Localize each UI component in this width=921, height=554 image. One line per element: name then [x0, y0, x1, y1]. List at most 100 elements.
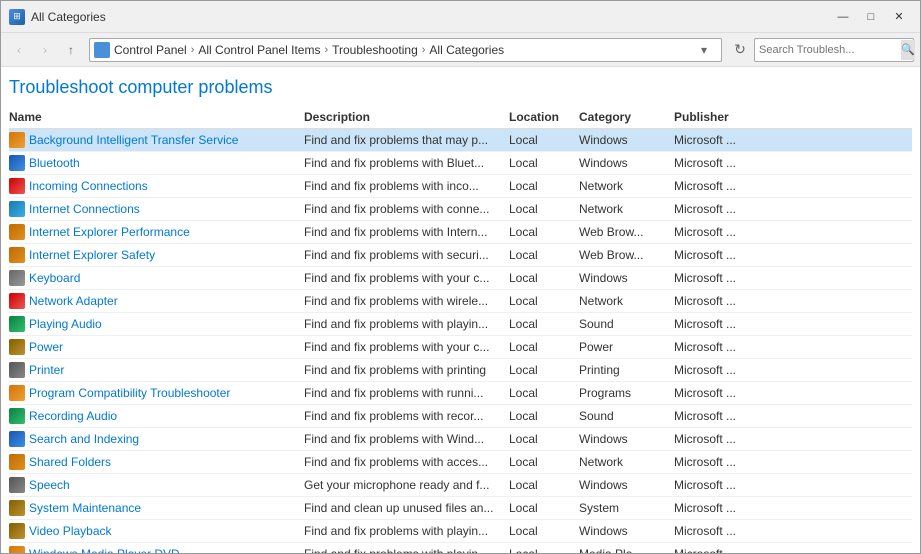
row-icon	[9, 132, 25, 148]
row-pub: Microsoft ...	[674, 133, 912, 147]
table-row[interactable]: Network Adapter Find and fix problems wi…	[9, 290, 912, 313]
row-name-cell: Search and Indexing	[9, 431, 304, 447]
address-part-1: Control Panel	[114, 43, 187, 57]
row-loc: Local	[509, 478, 579, 492]
table-row[interactable]: System Maintenance Find and clean up unu…	[9, 497, 912, 520]
row-icon	[9, 201, 25, 217]
row-cat: Power	[579, 340, 674, 354]
col-name: Name	[9, 110, 304, 124]
row-pub: Microsoft ...	[674, 501, 912, 515]
row-cat: Network	[579, 294, 674, 308]
row-loc: Local	[509, 202, 579, 216]
row-icon	[9, 523, 25, 539]
row-desc: Find and fix problems with conne...	[304, 202, 509, 216]
row-loc: Local	[509, 432, 579, 446]
row-pub: Microsoft ...	[674, 524, 912, 538]
row-name-cell: System Maintenance	[9, 500, 304, 516]
row-icon	[9, 454, 25, 470]
row-desc: Find and fix problems with runni...	[304, 386, 509, 400]
table-row[interactable]: Bluetooth Find and fix problems with Blu…	[9, 152, 912, 175]
row-icon	[9, 316, 25, 332]
row-cat: System	[579, 501, 674, 515]
table-row[interactable]: Printer Find and fix problems with print…	[9, 359, 912, 382]
table-row[interactable]: Keyboard Find and fix problems with your…	[9, 267, 912, 290]
row-icon	[9, 500, 25, 516]
minimize-button[interactable]: —	[830, 7, 856, 27]
row-cat: Network	[579, 179, 674, 193]
row-pub: Microsoft ...	[674, 478, 912, 492]
table-row[interactable]: Windows Media Player DVD Find and fix pr…	[9, 543, 912, 553]
row-name-cell: Speech	[9, 477, 304, 493]
table-row[interactable]: Program Compatibility Troubleshooter Fin…	[9, 382, 912, 405]
row-cat: Sound	[579, 317, 674, 331]
maximize-button[interactable]: □	[858, 7, 884, 27]
row-name-cell: Printer	[9, 362, 304, 378]
row-cat: Windows	[579, 271, 674, 285]
row-icon	[9, 293, 25, 309]
forward-button[interactable]: ›	[33, 38, 57, 62]
row-cat: Windows	[579, 524, 674, 538]
row-desc: Find and fix problems with printing	[304, 363, 509, 377]
row-pub: Microsoft ...	[674, 363, 912, 377]
row-desc: Find and fix problems with securi...	[304, 248, 509, 262]
address-icon	[94, 42, 110, 58]
col-pub: Publisher	[674, 110, 912, 124]
nav-bar: ‹ › ↑ Control Panel › All Control Panel …	[1, 33, 920, 67]
back-button[interactable]: ‹	[7, 38, 31, 62]
row-cat: Printing	[579, 363, 674, 377]
table-row[interactable]: Video Playback Find and fix problems wit…	[9, 520, 912, 543]
table-row[interactable]: Recording Audio Find and fix problems wi…	[9, 405, 912, 428]
search-bar[interactable]: 🔍	[754, 38, 914, 62]
table-row[interactable]: Internet Explorer Performance Find and f…	[9, 221, 912, 244]
page-title: Troubleshoot computer problems	[9, 67, 912, 106]
row-icon	[9, 339, 25, 355]
row-desc: Get your microphone ready and f...	[304, 478, 509, 492]
table-row[interactable]: Playing Audio Find and fix problems with…	[9, 313, 912, 336]
row-name-cell: Shared Folders	[9, 454, 304, 470]
row-pub: Microsoft ...	[674, 409, 912, 423]
row-loc: Local	[509, 409, 579, 423]
table-row[interactable]: Search and Indexing Find and fix problem…	[9, 428, 912, 451]
search-input[interactable]	[759, 44, 901, 56]
address-part-4: All Categories	[429, 43, 504, 57]
row-pub: Microsoft ...	[674, 294, 912, 308]
row-loc: Local	[509, 294, 579, 308]
row-loc: Local	[509, 271, 579, 285]
title-bar: ⊞ All Categories — □ ✕	[1, 1, 920, 33]
refresh-button[interactable]: ↻	[728, 38, 752, 62]
row-pub: Microsoft ...	[674, 455, 912, 469]
content-area: Troubleshoot computer problems Name Desc…	[1, 67, 920, 553]
row-desc: Find and fix problems with wirele...	[304, 294, 509, 308]
window-controls: — □ ✕	[830, 7, 912, 27]
row-desc: Find and fix problems with Bluet...	[304, 156, 509, 170]
row-loc: Local	[509, 156, 579, 170]
window-icon: ⊞	[9, 9, 25, 25]
table-row[interactable]: Speech Get your microphone ready and f..…	[9, 474, 912, 497]
row-loc: Local	[509, 501, 579, 515]
table-row[interactable]: Shared Folders Find and fix problems wit…	[9, 451, 912, 474]
table-header: Name Description Location Category Publi…	[9, 106, 912, 129]
up-button[interactable]: ↑	[59, 38, 83, 62]
row-desc: Find and fix problems with inco...	[304, 179, 509, 193]
row-name-cell: Bluetooth	[9, 155, 304, 171]
row-name-cell: Internet Explorer Safety	[9, 247, 304, 263]
table-row[interactable]: Internet Explorer Safety Find and fix pr…	[9, 244, 912, 267]
search-button[interactable]: 🔍	[901, 40, 915, 60]
address-bar[interactable]: Control Panel › All Control Panel Items …	[89, 38, 722, 62]
table-row[interactable]: Incoming Connections Find and fix proble…	[9, 175, 912, 198]
row-loc: Local	[509, 225, 579, 239]
row-pub: Microsoft ...	[674, 156, 912, 170]
row-pub: Microsoft ...	[674, 271, 912, 285]
row-loc: Local	[509, 248, 579, 262]
row-name-cell: Playing Audio	[9, 316, 304, 332]
table-row[interactable]: Background Intelligent Transfer Service …	[9, 129, 912, 152]
address-dropdown-icon[interactable]: ▾	[701, 43, 717, 57]
col-cat: Category	[579, 110, 674, 124]
row-name-cell: Video Playback	[9, 523, 304, 539]
row-desc: Find and fix problems with recor...	[304, 409, 509, 423]
close-button[interactable]: ✕	[886, 7, 912, 27]
row-cat: Network	[579, 202, 674, 216]
row-name-cell: Keyboard	[9, 270, 304, 286]
table-row[interactable]: Power Find and fix problems with your c.…	[9, 336, 912, 359]
table-row[interactable]: Internet Connections Find and fix proble…	[9, 198, 912, 221]
